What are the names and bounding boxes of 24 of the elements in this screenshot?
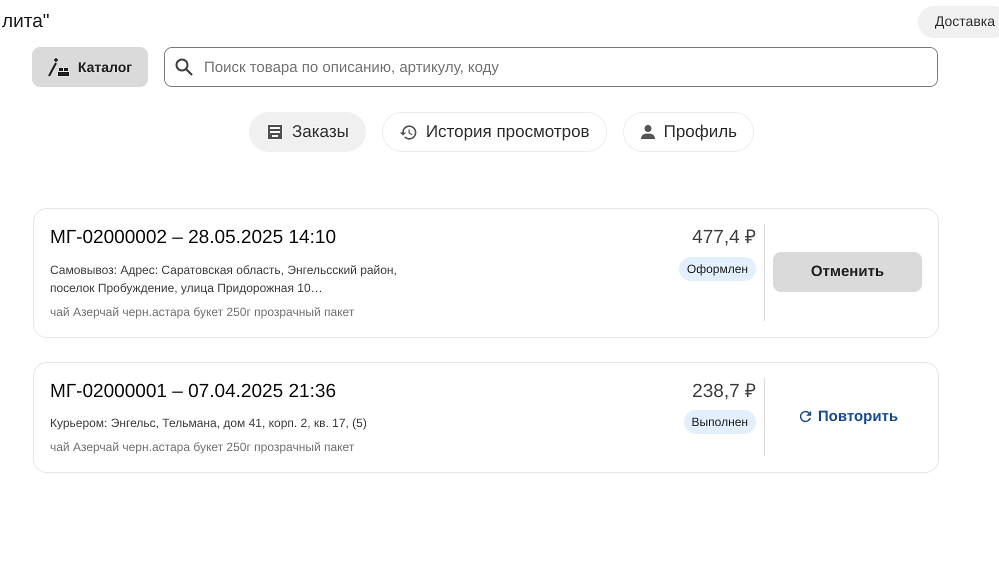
order-total: 477,4 ₽ xyxy=(692,226,756,250)
order-total: 238,7 ₽ xyxy=(692,380,756,404)
repeat-button[interactable]: Повторить xyxy=(790,404,904,429)
cancel-button[interactable]: Отменить xyxy=(773,252,922,292)
inbox-icon xyxy=(266,123,284,141)
order-address: Курьером: Энгельс, Тельмана, дом 41, корп. 2, кв. 17, (5) xyxy=(50,415,368,432)
tab[interactable]: Заказы xyxy=(249,112,366,152)
status-label: Оформлен xyxy=(678,256,756,280)
order-items: чай Азерчай черн.астара букет 250г прозрачный пакет xyxy=(50,439,356,456)
person-icon xyxy=(640,124,656,140)
wand-icon xyxy=(48,57,70,77)
order-title: МГ-02000001 – 07.04.2025 21:36 xyxy=(50,380,338,404)
history-icon xyxy=(398,122,418,142)
page-title: лита" xyxy=(2,10,50,34)
search-field[interactable]: Поиск товара по описанию, артикулу, коду xyxy=(164,47,938,87)
order-items: чай Азерчай черн.астара букет 250г прозрачный пакет xyxy=(50,304,356,320)
tab[interactable]: История просмотров xyxy=(382,112,607,152)
catalog-button[interactable]: Каталог xyxy=(32,47,148,87)
delivery-button[interactable]: Доставка xyxy=(918,6,999,38)
tab[interactable]: Профиль xyxy=(622,112,754,152)
order-title: МГ-02000002 – 28.05.2025 14:10 xyxy=(50,226,338,250)
status-label: Выполнен xyxy=(684,410,756,434)
search-icon xyxy=(174,57,194,77)
order-address: Самовывоз: Адрес: Саратовская область, Энгельсский район, поселок Пробуждение, улица Придорожная 10… xyxy=(50,262,398,296)
